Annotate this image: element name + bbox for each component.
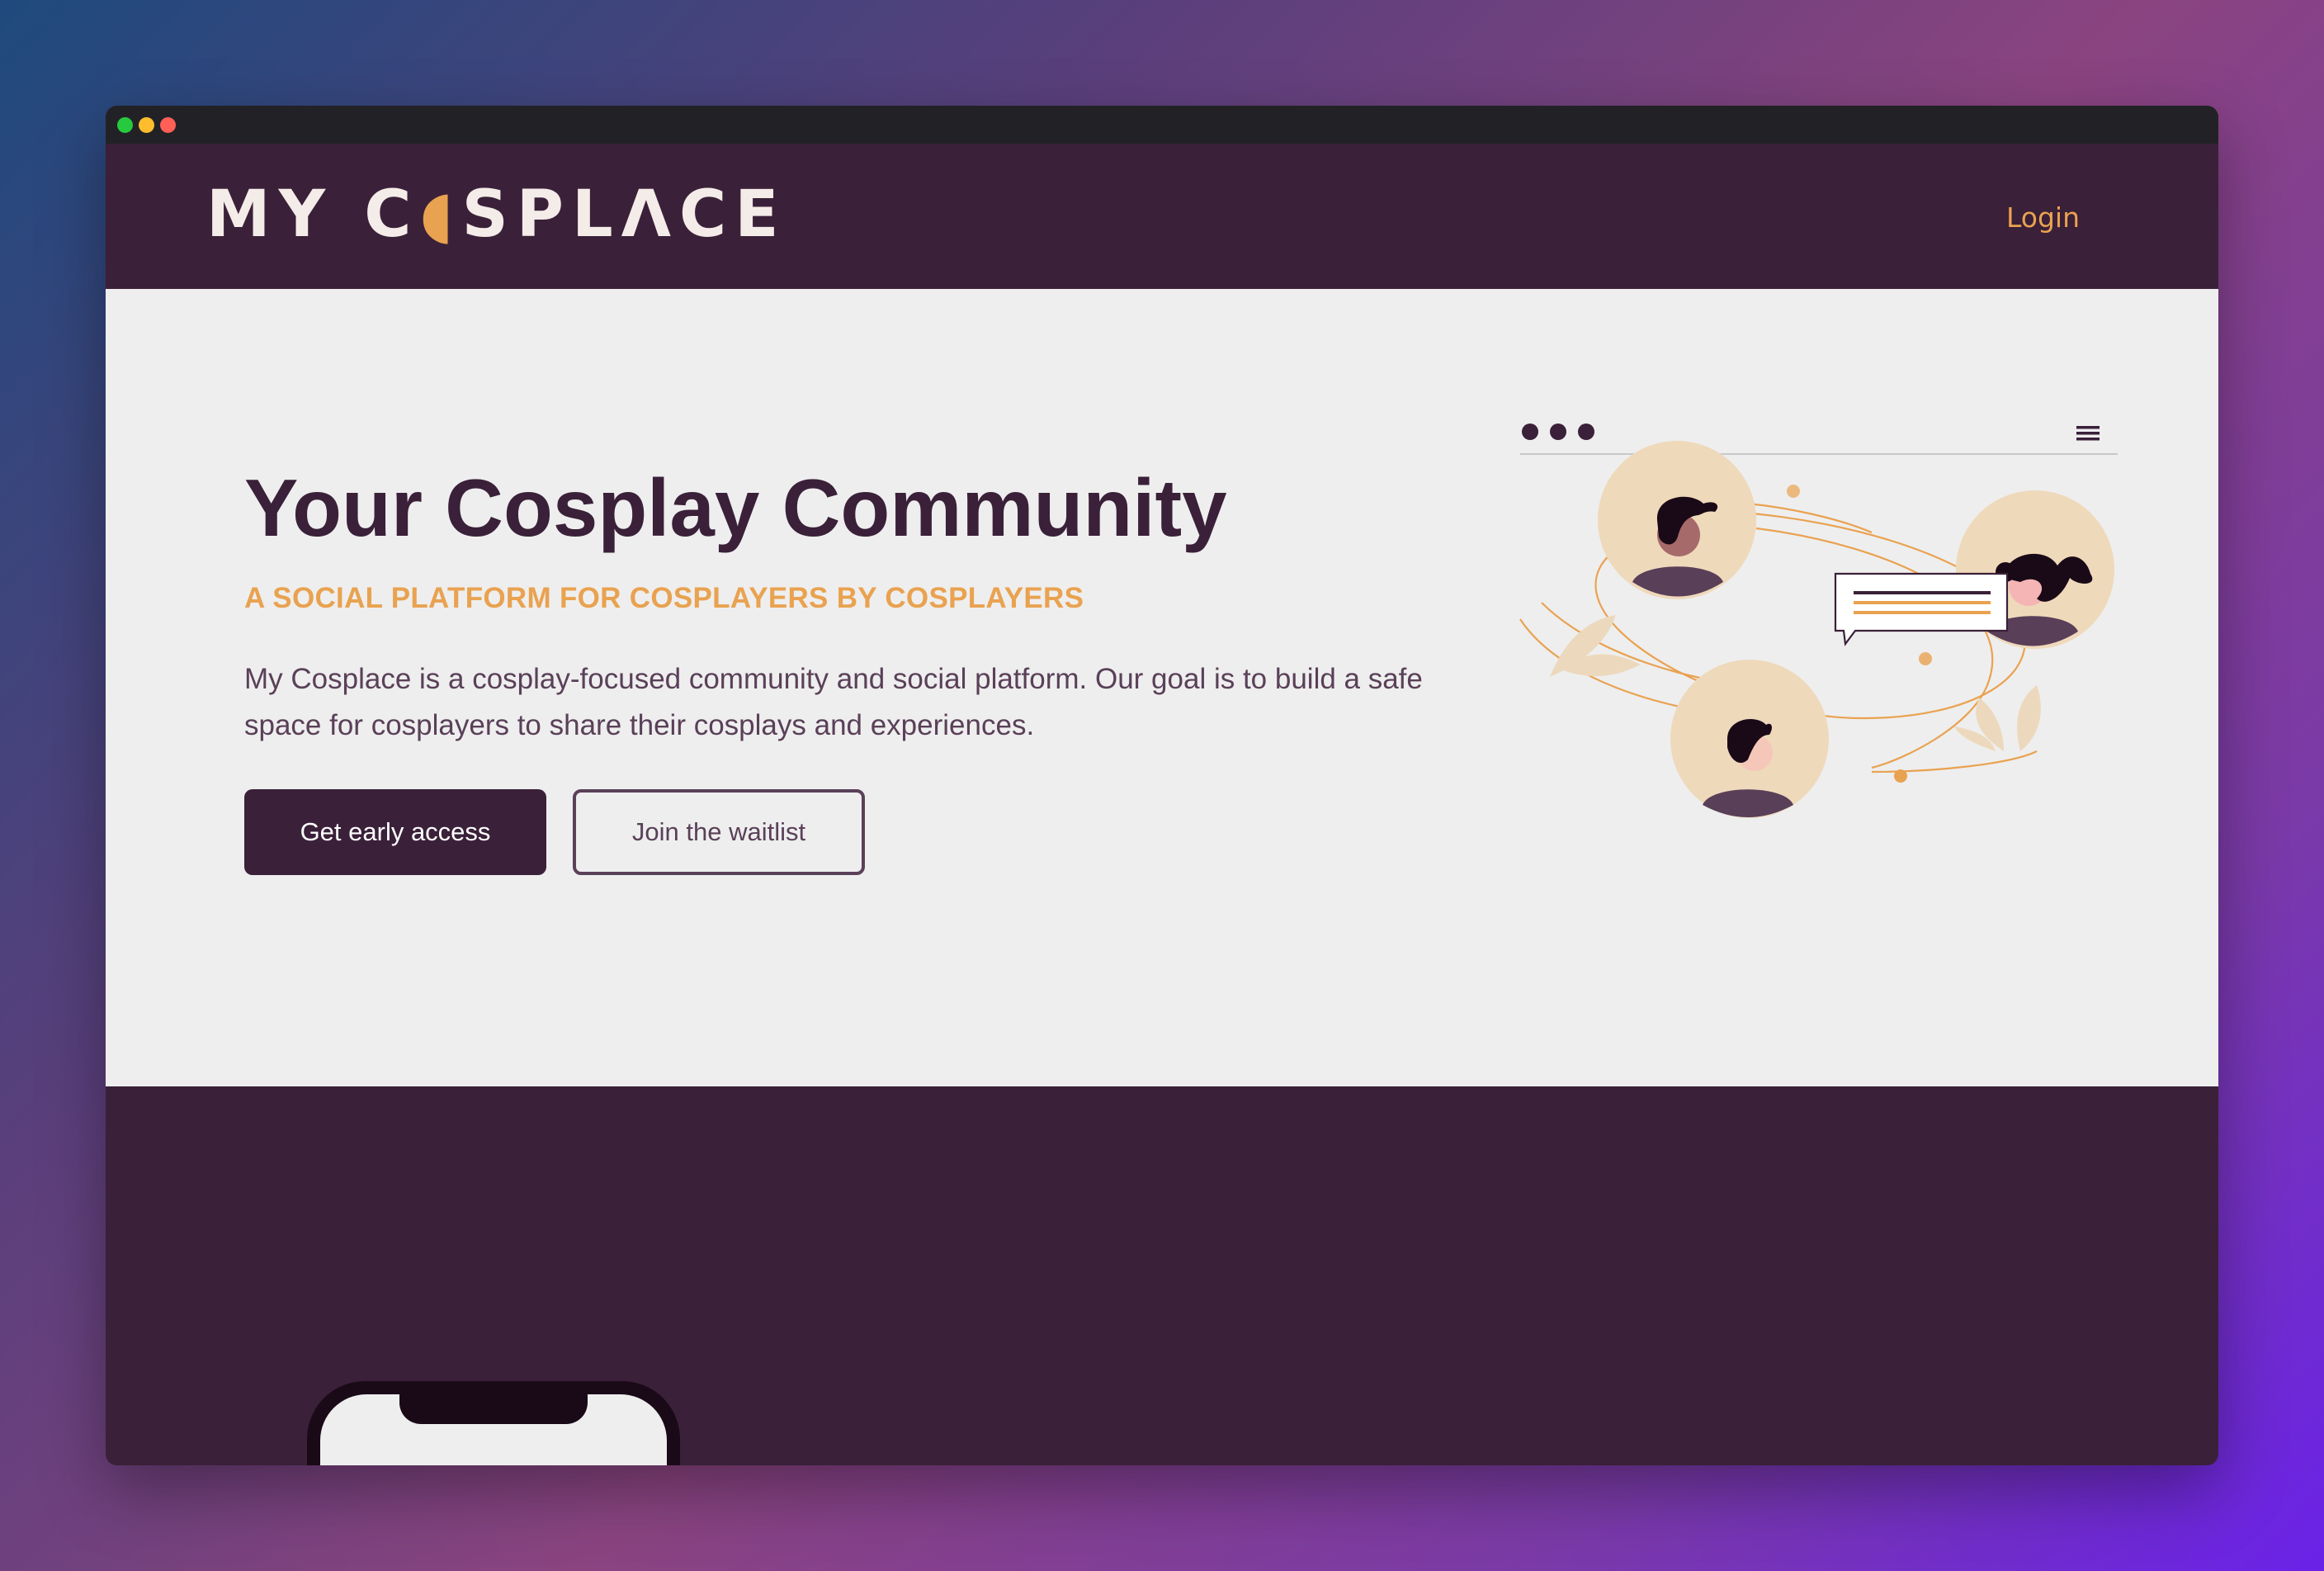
phone-mockup bbox=[307, 1381, 680, 1465]
community-illustration bbox=[1519, 424, 2118, 818]
app-preview-section bbox=[106, 1086, 2218, 1465]
login-link[interactable]: Login bbox=[2006, 201, 2080, 234]
site-logo[interactable]: MY C◖SPLΛCE bbox=[206, 182, 787, 248]
logo-text-part2: SPL bbox=[461, 177, 621, 252]
logo-moon-icon: ◖ bbox=[419, 177, 462, 252]
chat-bubble-icon bbox=[1834, 572, 2009, 646]
browser-window: MY C◖SPLΛCE Login Your Cosplay Community… bbox=[106, 106, 2218, 1465]
logo-text-part3: CE bbox=[679, 177, 787, 252]
hero-subtitle: A SOCIAL PLATFORM FOR COSPLAYERS BY COSP… bbox=[244, 582, 1084, 614]
window-minimize-button[interactable] bbox=[139, 117, 154, 133]
phone-notch bbox=[399, 1381, 588, 1424]
avatar-man-icon bbox=[1598, 441, 1756, 599]
window-maximize-button[interactable] bbox=[117, 117, 133, 133]
window-titlebar bbox=[106, 106, 2218, 144]
avatar-boy-icon bbox=[1670, 660, 1829, 818]
logo-text-lambda: Λ bbox=[621, 177, 680, 252]
get-early-access-button[interactable]: Get early access bbox=[244, 789, 546, 875]
hamburger-menu-icon bbox=[2076, 426, 2100, 441]
site-header: MY C◖SPLΛCE Login bbox=[106, 144, 2218, 289]
hero-description: My Cosplace is a cosplay-focused communi… bbox=[244, 663, 1423, 741]
join-waitlist-button[interactable]: Join the waitlist bbox=[573, 789, 865, 875]
hero-title: Your Cosplay Community bbox=[244, 462, 1227, 553]
window-dots-icon bbox=[1522, 424, 1594, 440]
logo-text-part1: MY C bbox=[206, 177, 420, 252]
hero-section: Your Cosplay Community A SOCIAL PLATFORM… bbox=[106, 289, 2218, 1086]
window-close-button[interactable] bbox=[160, 117, 176, 133]
